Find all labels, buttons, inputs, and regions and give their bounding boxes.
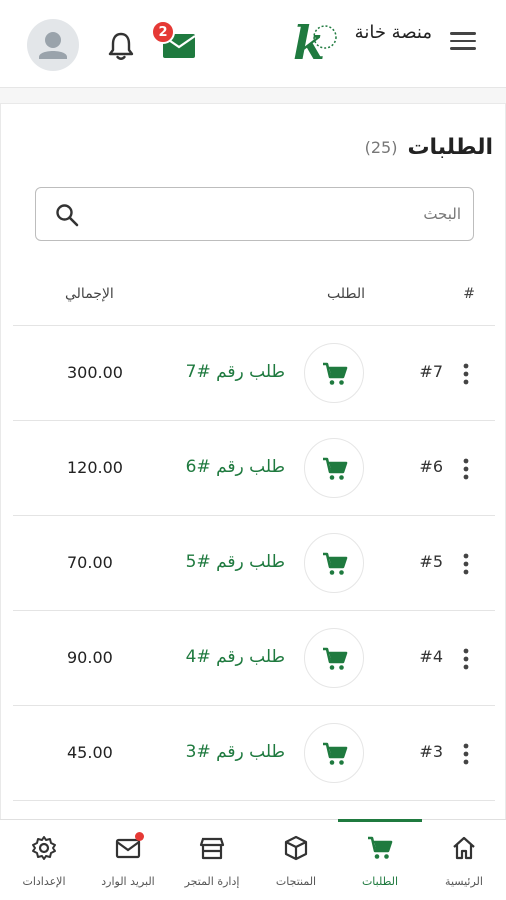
order-total: 45.00 [67,743,113,762]
home-icon [453,836,475,860]
mail-count-badge: 2 [151,20,175,44]
nav-label: الرئيسية [445,875,483,888]
order-link[interactable]: طلب رقم #4 [186,647,285,667]
order-number: #7 [419,362,443,381]
order-number: #6 [419,457,443,476]
search-input[interactable] [106,198,461,230]
table-row[interactable]: #3 طلب رقم #3 45.00 [13,706,495,801]
orders-table-body: #7 طلب رقم #7 300.00 #6 طلب رقم #6 120.0… [13,326,495,801]
more-vert-icon[interactable] [459,552,473,576]
top-bar: 2 k منصة خانة [0,0,506,88]
cart-icon [323,457,348,480]
nav-products[interactable]: المنتجات [254,820,338,900]
table-row[interactable]: #5 طلب رقم #5 70.00 [13,516,495,611]
orders-card: الطلبات (25) # الطلب الإجمالي #7 طلب رقم… [0,103,506,823]
bottom-nav: الرئيسية الطلبات المنتجات إدارة المتجر ا… [0,819,506,900]
order-number: #3 [419,742,443,761]
order-number: #4 [419,647,443,666]
user-avatar[interactable] [27,19,79,71]
table-row[interactable]: #6 طلب رقم #6 120.00 [13,421,495,516]
order-number: #5 [419,552,443,571]
order-icon-circle [304,343,364,403]
more-vert-icon[interactable] [459,457,473,481]
table-header: # الطلب الإجمالي [13,264,495,326]
nav-label: الإعدادات [22,875,66,888]
cart-icon [323,552,348,575]
order-icon-circle [304,628,364,688]
logo-globe-icon [313,25,337,49]
orders-count: (25) [364,137,398,157]
menu-bar [450,47,476,50]
order-total: 70.00 [67,553,113,572]
store-icon [199,837,225,860]
orders-header: الطلبات (25) [365,132,493,162]
order-icon-circle [304,723,364,783]
cart-icon [323,647,348,670]
order-icon-circle [304,438,364,498]
order-link[interactable]: طلب رقم #5 [186,552,285,572]
menu-bar [450,32,476,35]
nav-inbox[interactable]: البريد الوارد [86,820,170,900]
unread-dot [135,832,144,841]
order-total: 300.00 [67,363,123,382]
cart-icon [368,836,393,859]
column-hash: # [463,286,475,302]
more-vert-icon[interactable] [459,647,473,671]
more-vert-icon[interactable] [459,362,473,386]
nav-label: البريد الوارد [101,875,155,888]
order-link[interactable]: طلب رقم #6 [186,457,285,477]
box-icon [284,835,308,861]
hamburger-menu-button[interactable] [450,32,476,56]
table-row[interactable]: #7 طلب رقم #7 300.00 [13,326,495,421]
menu-bar [450,39,476,42]
cart-icon [323,742,348,765]
gear-icon [32,836,56,860]
search-box [35,187,474,241]
nav-home[interactable]: الرئيسية [422,820,506,900]
nav-label: الطلبات [361,875,399,888]
nav-label: المنتجات [275,875,317,888]
logo-wordmark: منصة خانة [354,22,432,43]
nav-orders[interactable]: الطلبات [338,819,422,900]
nav-settings[interactable]: الإعدادات [2,820,86,900]
table-row[interactable]: #4 طلب رقم #4 90.00 [13,611,495,706]
brand-logo[interactable]: k منصة خانة [290,16,435,72]
search-icon[interactable] [54,202,80,228]
order-link[interactable]: طلب رقم #3 [186,742,285,762]
order-link[interactable]: طلب رقم #7 [186,362,285,382]
page-title: الطلبات [407,134,493,160]
bell-icon [108,32,134,60]
column-order[interactable]: الطلب [327,286,365,302]
nav-label: إدارة المتجر [184,875,240,888]
user-icon [39,32,67,59]
nav-store-management[interactable]: إدارة المتجر [170,820,254,900]
order-icon-circle [304,533,364,593]
notifications-button[interactable] [104,29,138,63]
order-total: 90.00 [67,648,113,667]
order-total: 120.00 [67,458,123,477]
cart-icon [323,362,348,385]
column-total[interactable]: الإجمالي [65,286,114,302]
more-vert-icon[interactable] [459,742,473,766]
